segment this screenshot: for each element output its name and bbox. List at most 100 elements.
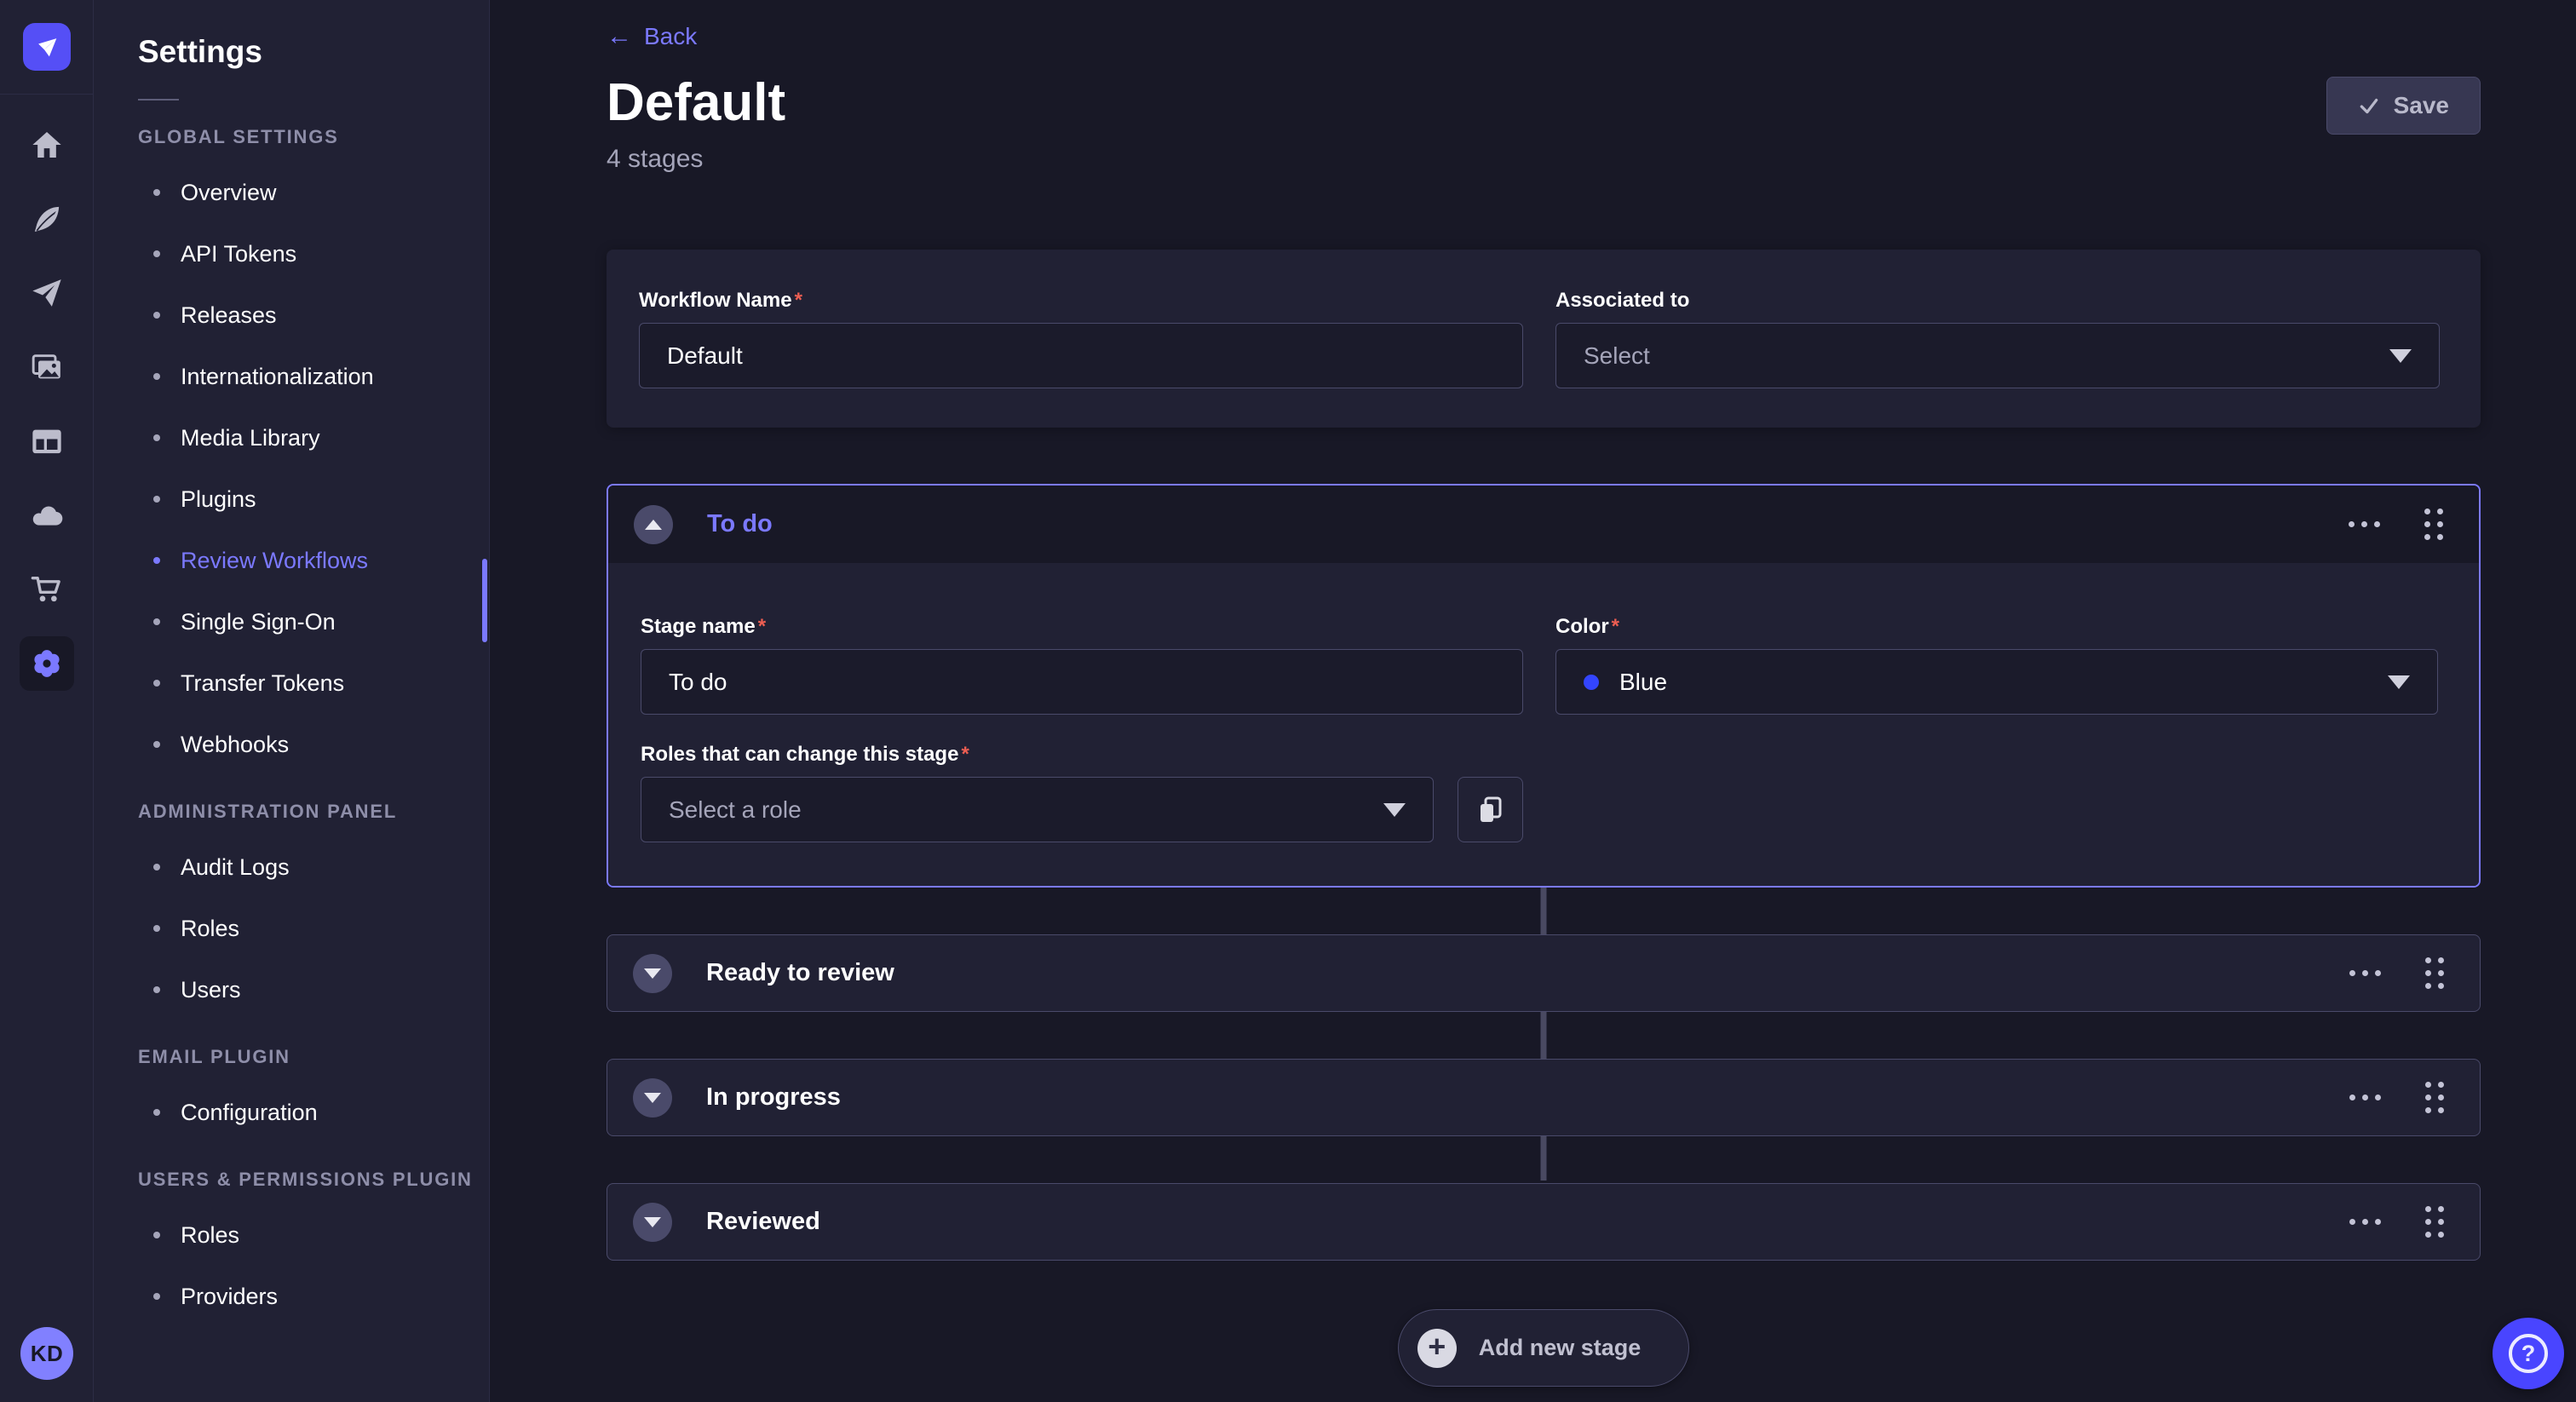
- avatar[interactable]: KD: [20, 1327, 73, 1380]
- nav-list-administration-panel: Audit Logs Roles Users: [138, 836, 489, 1020]
- sidebar-item-label: API Tokens: [181, 241, 296, 267]
- expand-stage-button[interactable]: [633, 1078, 672, 1118]
- sidebar-item-label: Single Sign-On: [181, 609, 336, 635]
- question-mark-icon: [2509, 1334, 2548, 1373]
- more-options-icon[interactable]: [2343, 516, 2385, 532]
- sidebar-item[interactable]: Plugins: [138, 468, 489, 530]
- bullet-icon: [153, 189, 160, 196]
- sidebar-item-label: Roles: [181, 916, 239, 942]
- sidebar-item[interactable]: API Tokens: [138, 223, 489, 284]
- stage-row: Ready to review: [607, 934, 2481, 1012]
- cart-icon[interactable]: [30, 572, 64, 606]
- more-options-icon[interactable]: [2344, 1089, 2386, 1106]
- subnav-title: Settings: [138, 34, 489, 70]
- workflow-name-label: Workflow Name*: [639, 290, 1523, 312]
- section-email-plugin: EMAIL PLUGIN Configuration: [138, 1046, 489, 1143]
- workflow-form-panel: Workflow Name* Associated to Select: [607, 250, 2481, 428]
- stage-row: In progress: [607, 1059, 2481, 1136]
- sidebar-item-label: Internationalization: [181, 364, 374, 390]
- chevron-down-icon: [644, 968, 661, 979]
- bullet-icon: [153, 925, 160, 932]
- select-value: Select a role: [669, 796, 1366, 824]
- section-header: EMAIL PLUGIN: [138, 1046, 489, 1068]
- section-administration-panel: ADMINISTRATION PANEL Audit Logs Roles Us…: [138, 801, 489, 1020]
- add-stage-label: Add new stage: [1479, 1335, 1642, 1361]
- sidebar-item[interactable]: Audit Logs: [138, 836, 489, 898]
- save-button[interactable]: Save: [2326, 77, 2481, 135]
- title-divider: [138, 99, 179, 101]
- sidebar-item[interactable]: Releases: [138, 284, 489, 346]
- add-new-stage-button[interactable]: Add new stage: [1398, 1309, 1690, 1387]
- sidebar-item[interactable]: Roles: [138, 898, 489, 959]
- expand-stage-button[interactable]: [633, 954, 672, 993]
- sidebar-item-label: Users: [181, 977, 241, 1003]
- chevron-down-icon: [2388, 675, 2410, 689]
- cloud-icon[interactable]: [30, 498, 64, 532]
- stage-color-select[interactable]: Blue: [1555, 649, 2438, 715]
- collapse-stage-button[interactable]: [634, 505, 673, 544]
- save-label: Save: [2394, 92, 2449, 119]
- associated-to-select[interactable]: Select: [1555, 323, 2440, 388]
- sidebar-item[interactable]: Review Workflows: [138, 530, 489, 591]
- workflow-name-input[interactable]: [639, 323, 1523, 388]
- duplicate-roles-button[interactable]: [1458, 777, 1523, 842]
- sidebar-item-label: Audit Logs: [181, 854, 290, 881]
- sidebar-item[interactable]: Internationalization: [138, 346, 489, 407]
- bullet-icon: [153, 312, 160, 319]
- copy-icon: [1477, 796, 1504, 825]
- nav-list-email-plugin: Configuration: [138, 1082, 489, 1143]
- help-button[interactable]: [2493, 1318, 2564, 1389]
- paper-plane-icon[interactable]: [30, 276, 64, 310]
- drag-handle-icon[interactable]: [2420, 952, 2449, 994]
- rail-nav: [0, 128, 93, 691]
- sidebar-item[interactable]: Roles: [138, 1204, 489, 1266]
- subnav-scrollbar-thumb[interactable]: [482, 559, 487, 642]
- add-stage-row: Add new stage: [607, 1261, 2481, 1387]
- drag-handle-icon[interactable]: [2419, 503, 2448, 545]
- feather-icon[interactable]: [30, 202, 64, 236]
- sidebar-item[interactable]: Transfer Tokens: [138, 652, 489, 714]
- stage-name-label: Stage name*: [641, 616, 1523, 638]
- sidebar-item-label: Roles: [181, 1222, 239, 1249]
- stage-actions: [2343, 503, 2448, 545]
- home-icon[interactable]: [30, 128, 64, 162]
- page-subtitle: 4 stages: [607, 145, 785, 174]
- drag-handle-icon[interactable]: [2420, 1077, 2449, 1118]
- back-link[interactable]: Back: [607, 22, 697, 51]
- sidebar-item[interactable]: Media Library: [138, 407, 489, 468]
- bullet-icon: [153, 986, 160, 993]
- more-options-icon[interactable]: [2344, 1214, 2386, 1230]
- gear-icon[interactable]: [30, 646, 64, 681]
- sidebar-item[interactable]: Single Sign-On: [138, 591, 489, 652]
- drag-handle-icon[interactable]: [2420, 1201, 2449, 1243]
- stage-panel-todo: To do Stage name* Color*: [607, 484, 2481, 888]
- sidebar-item[interactable]: Providers: [138, 1266, 489, 1327]
- back-arrow-icon: [607, 24, 632, 49]
- stage-roles-label: Roles that can change this stage*: [641, 744, 1523, 766]
- strapi-logo[interactable]: [23, 23, 71, 71]
- stage-roles-select[interactable]: Select a role: [641, 777, 1434, 842]
- more-options-icon[interactable]: [2344, 965, 2386, 981]
- color-dot-icon: [1584, 675, 1599, 690]
- stage-body: Stage name* Color* Blue R: [608, 563, 2479, 886]
- section-header: ADMINISTRATION PANEL: [138, 801, 489, 823]
- stage-roles-field: Roles that can change this stage* Select…: [641, 744, 1523, 842]
- sidebar-item[interactable]: Users: [138, 959, 489, 1020]
- workflow-name-field: Workflow Name*: [639, 290, 1523, 388]
- bullet-icon: [153, 680, 160, 687]
- sidebar-item[interactable]: Configuration: [138, 1082, 489, 1143]
- sidebar-item[interactable]: Overview: [138, 162, 489, 223]
- section-users-permissions-plugin: USERS & PERMISSIONS PLUGIN Roles Provide…: [138, 1169, 489, 1327]
- stage-name-field: Stage name*: [641, 616, 1523, 715]
- layout-icon[interactable]: [30, 424, 64, 458]
- expand-stage-button[interactable]: [633, 1203, 672, 1242]
- sidebar-item-label: Media Library: [181, 425, 320, 451]
- stage-name-input[interactable]: [641, 649, 1523, 715]
- sidebar-item[interactable]: Webhooks: [138, 714, 489, 775]
- page-title: Default: [607, 77, 785, 129]
- pictures-icon[interactable]: [30, 350, 64, 384]
- stage-title: In progress: [706, 1083, 2344, 1112]
- associated-to-label: Associated to: [1555, 290, 2440, 312]
- stage-color-label: Color*: [1555, 616, 2438, 638]
- chevron-down-icon: [1383, 803, 1406, 817]
